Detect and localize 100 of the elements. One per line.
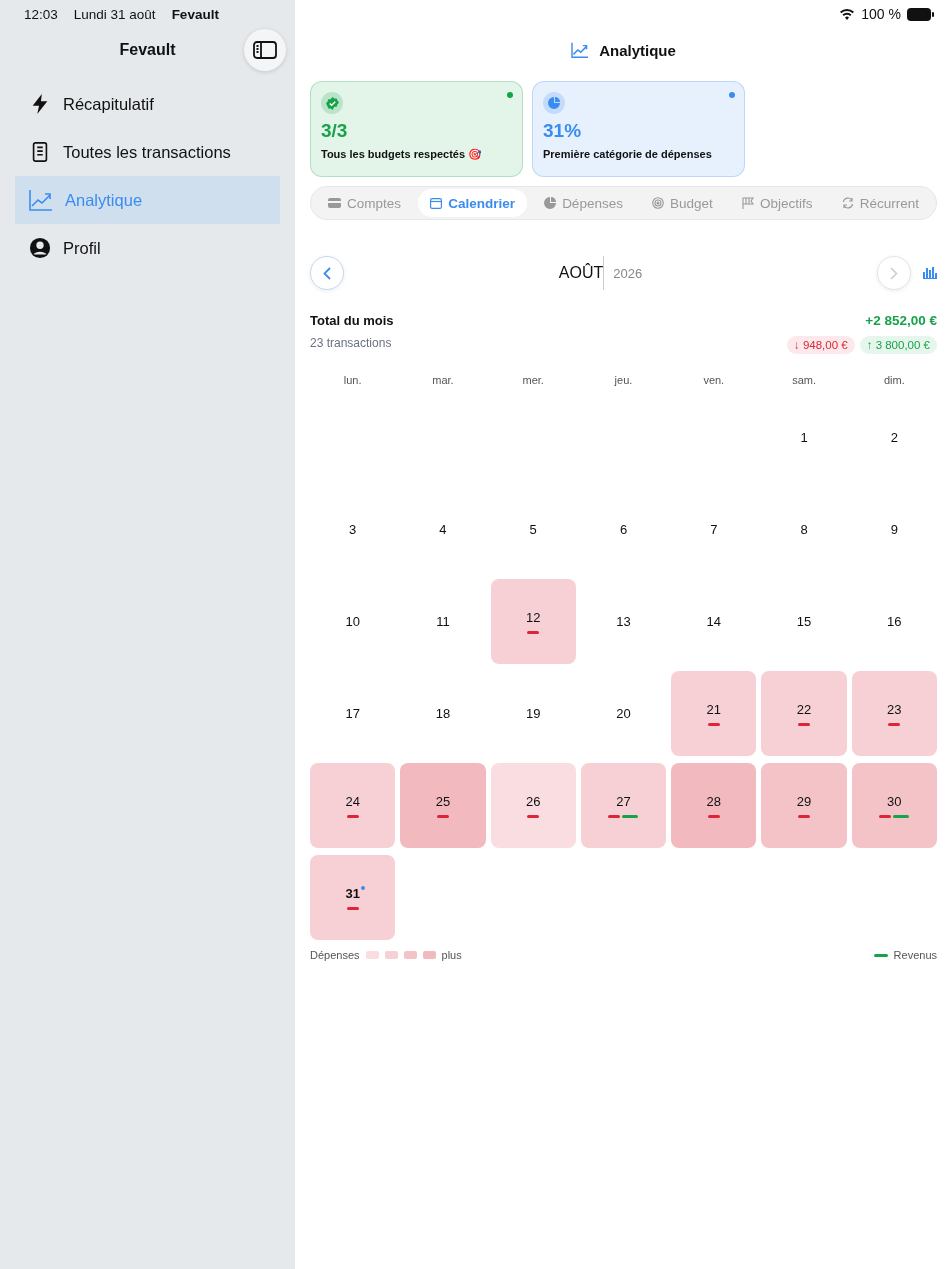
status-date: Lundi 31 août xyxy=(73,6,156,22)
status-app-name: Fevault xyxy=(171,6,219,22)
day-number: 13 xyxy=(616,614,631,629)
day-number: 21 xyxy=(706,701,721,717)
calendar-day[interactable]: 11 xyxy=(400,579,486,664)
day-number: 14 xyxy=(706,614,721,629)
calendar-day-shaded[interactable]: 29 xyxy=(761,763,847,848)
day-number: 7 xyxy=(710,522,718,537)
day-number: 27 xyxy=(616,793,631,809)
weekday-label: dim. xyxy=(882,374,906,386)
calendar-day[interactable]: 1 xyxy=(761,395,847,480)
calendar-day-shaded[interactable]: 27 xyxy=(580,763,667,848)
bar-chart-button[interactable] xyxy=(923,267,937,279)
sidebar-title: Fevault xyxy=(119,41,176,59)
pie-chart-icon xyxy=(548,97,560,109)
calendar-day[interactable]: 14 xyxy=(671,579,757,664)
calendar-day-shaded[interactable]: 26 xyxy=(490,763,576,848)
calendar-day[interactable]: 19 xyxy=(490,671,576,756)
sidebar-item[interactable]: Toutes les transactions xyxy=(15,128,280,176)
weekday-label: mer. xyxy=(521,374,545,386)
expense-total: ↓ 948,00 € xyxy=(786,336,855,354)
day-number: 3 xyxy=(349,522,357,537)
legend-swatch xyxy=(365,951,379,959)
calendar-day-shaded[interactable]: 25 xyxy=(400,763,486,848)
calendar-day-shaded[interactable]: 12 xyxy=(490,579,576,664)
sidebar-item[interactable]: Récapitulatif xyxy=(15,80,280,128)
day-number: 1 xyxy=(800,430,808,445)
calendar-day[interactable]: 3 xyxy=(310,487,396,572)
calendar-day[interactable]: 18 xyxy=(400,671,486,756)
calendar-day-shaded[interactable]: 23 xyxy=(851,671,937,756)
day-number: 31 xyxy=(345,885,360,901)
day-number: 26 xyxy=(525,793,541,809)
day-number: 29 xyxy=(796,793,812,809)
sidebar-item[interactable]: Profil xyxy=(15,224,280,272)
calendar-day[interactable]: 6 xyxy=(580,487,667,572)
wifi-icon xyxy=(839,8,856,20)
bar-chart-icon xyxy=(923,267,937,279)
day-number: 11 xyxy=(436,614,450,629)
day-number: 30 xyxy=(887,793,902,809)
calendar-day[interactable]: 5 xyxy=(490,487,576,572)
day-number: 18 xyxy=(435,706,451,721)
calendar-day-shaded[interactable]: 28 xyxy=(671,763,757,848)
sidebar-toggle-button[interactable] xyxy=(244,29,286,71)
calendar-day[interactable]: 13 xyxy=(580,579,667,664)
day-number: 4 xyxy=(439,522,447,537)
day-number: 24 xyxy=(345,793,360,809)
calendar-day-shaded[interactable]: 31 xyxy=(310,855,396,940)
calendar-day[interactable]: 15 xyxy=(761,579,847,664)
calendar-day[interactable]: 2 xyxy=(851,395,937,480)
day-number: 25 xyxy=(435,793,451,809)
calendar-day[interactable]: 4 xyxy=(400,487,486,572)
day-number: 22 xyxy=(796,701,812,717)
calendar-day[interactable]: 17 xyxy=(310,671,396,756)
year-label: 2026 xyxy=(613,265,643,281)
weekday-label: jeu. xyxy=(613,374,634,386)
day-number: 12 xyxy=(525,609,541,625)
status-time: 12:03 xyxy=(24,6,58,22)
calendar-day[interactable]: 20 xyxy=(580,671,667,756)
calendar-day[interactable]: 16 xyxy=(851,579,937,664)
weekday-label: mar. xyxy=(431,374,455,386)
day-number: 9 xyxy=(890,522,898,537)
pie-chart-icon xyxy=(544,197,557,209)
month-name: AOÛT xyxy=(558,256,605,290)
day-number: 23 xyxy=(887,701,902,717)
legend-income-line xyxy=(873,953,888,957)
card-label: Tous les budgets respectés 🎯 xyxy=(321,148,484,161)
legend-label: plus xyxy=(441,949,462,961)
calendar-day-shaded[interactable]: 30 xyxy=(851,763,937,848)
calendar-icon xyxy=(430,197,443,209)
card-value: 3/3 xyxy=(321,120,349,142)
calendar-day[interactable]: 10 xyxy=(310,579,396,664)
day-number: 15 xyxy=(796,614,812,629)
calendar-day[interactable]: 9 xyxy=(851,487,937,572)
battery-icon xyxy=(907,7,934,21)
day-number: 2 xyxy=(890,430,898,445)
target-icon xyxy=(652,197,665,209)
month-total-title: Total du mois xyxy=(310,313,394,328)
weekday-label: lun. xyxy=(342,374,363,386)
day-number: 20 xyxy=(616,706,631,721)
repeat-icon xyxy=(841,197,854,209)
chevron-right-icon xyxy=(890,266,898,280)
calendar-day-shaded[interactable]: 22 xyxy=(761,671,847,756)
calendar-day[interactable]: 8 xyxy=(761,487,847,572)
previous-month-button[interactable] xyxy=(310,256,344,290)
legend-label: Revenus xyxy=(893,949,937,961)
weekday-label: ven. xyxy=(702,374,726,386)
transaction-count: 23 transactions xyxy=(310,336,392,350)
flag-icon xyxy=(742,197,755,209)
calendar-day-shaded[interactable]: 24 xyxy=(310,763,396,848)
credit-card-icon xyxy=(328,198,341,208)
calendar-day-shaded[interactable]: 21 xyxy=(671,671,757,756)
income-total: ↑ 3 800,00 € xyxy=(859,336,937,354)
card-value: 31% xyxy=(543,120,583,142)
card-label: Première catégorie de dépenses xyxy=(543,148,713,160)
legend-swatch xyxy=(422,951,436,959)
day-number: 5 xyxy=(529,522,537,537)
calendar-day[interactable]: 7 xyxy=(671,487,757,572)
today-dot xyxy=(360,885,365,890)
battery-percent: 100 % xyxy=(861,6,901,22)
chevron-left-icon xyxy=(323,266,331,280)
